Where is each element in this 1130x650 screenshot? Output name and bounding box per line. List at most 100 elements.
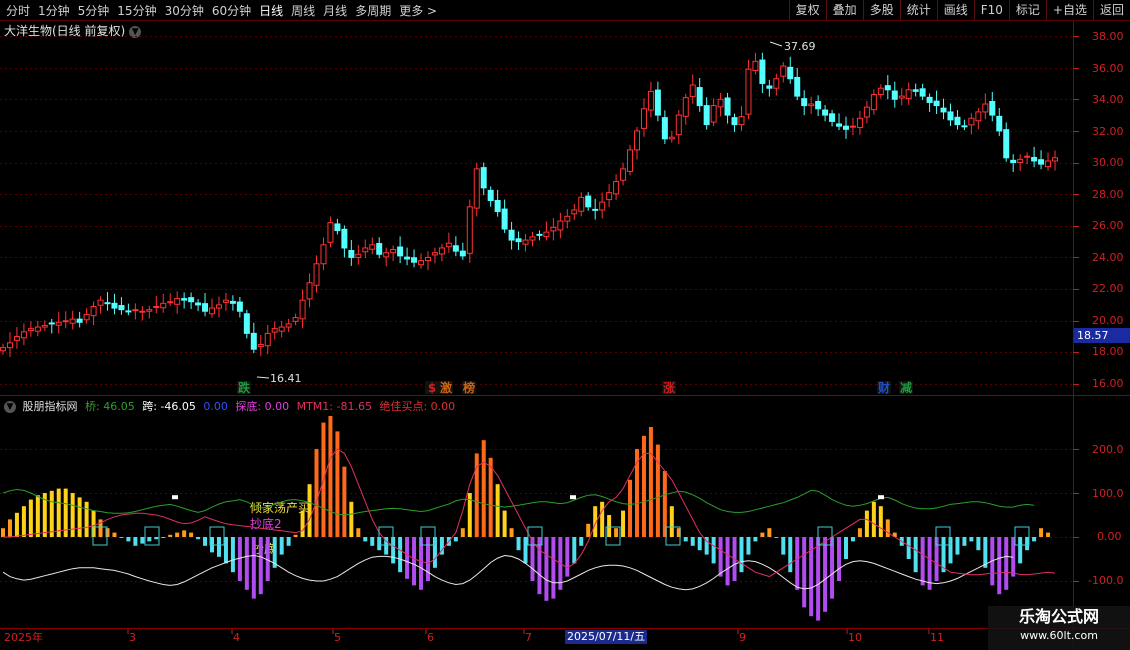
price-tick: 32.00 [1092,125,1124,138]
histogram-bar [614,528,619,537]
histogram-bar [690,537,695,546]
histogram-bar [885,519,890,537]
high-marker-line [769,41,783,47]
histogram-bar [823,537,828,612]
candle-body [522,239,529,245]
candle-body [494,200,501,213]
histogram-bar [328,416,333,537]
candle-body [236,301,243,312]
legend-span: 跨: -46.05 [142,400,196,413]
indicator-name[interactable]: 股朋指标网 [23,400,78,413]
candle-body [717,98,724,108]
candle-body [870,94,877,111]
candle-body [829,113,836,122]
candle-body [912,89,919,92]
histogram-bar [739,537,744,573]
histogram-bar [655,444,660,537]
candle-body [160,302,167,309]
histogram-bar [502,510,507,537]
histogram-bar [119,537,124,538]
candle-body [710,105,717,123]
histogram-bar [495,484,500,537]
candle-body [801,98,808,107]
candle-body [1052,157,1058,162]
histogram-bar [244,537,249,590]
histogram-bar [49,490,54,537]
candle-body [536,233,543,236]
candle-body [334,223,341,232]
indicator-tick: 0.00 [1097,530,1122,543]
candle-body [0,347,6,352]
candle-body [104,302,111,305]
candle-body [564,215,571,222]
candle-body [355,253,362,258]
candle-body [404,256,411,260]
candle-body [982,103,989,113]
candle-body [1031,156,1038,162]
kline-chart[interactable]: 38.00 36.00 34.00 32.00 30.00 28.00 26.0… [0,0,1130,650]
candle-body [292,317,299,322]
histogram-bar [1032,537,1037,542]
candle-body [940,107,947,113]
histogram-bar [572,537,577,564]
histogram-bar [168,534,173,537]
candle-body [118,305,125,311]
histogram-bar [774,537,779,538]
time-label: 10 [848,631,862,644]
histogram-bar [997,537,1002,595]
signal-mark [570,495,576,500]
histogram-bar [711,537,716,564]
candle-body [745,68,752,115]
price-tick: 28.00 [1092,188,1124,201]
event-tag: 减 [900,380,912,395]
candle-body [592,208,599,211]
candle-body [209,307,216,315]
histogram-bar [648,427,653,537]
event-tag: $ [428,381,436,395]
candle-body [675,114,682,136]
candle-body [306,282,313,300]
histogram-bar [1039,528,1044,537]
event-tag: 财 [877,380,890,395]
high-price-label: 37.69 [784,40,816,53]
candle-body [515,238,522,243]
candle-body [48,322,55,325]
indicator-tick: 200.0 [1092,443,1124,456]
candle-body [341,228,348,249]
histogram-bar [363,537,368,542]
histogram-bar [286,537,291,546]
histogram-bar [746,537,751,555]
candle-body [55,321,62,326]
histogram-bar [607,515,612,537]
candle-body [898,95,905,99]
candle-body [97,299,104,306]
histogram-bar [767,528,772,537]
candle-body [815,100,822,110]
histogram-bar [147,537,152,542]
candle-body [808,103,815,107]
histogram-bar [864,510,869,537]
candle-body [132,309,139,312]
candle-body [285,323,292,328]
histogram-bar [551,537,556,599]
chevron-down-icon[interactable]: ▼ [4,401,16,413]
histogram-bar [913,537,918,573]
candle-body [752,60,759,71]
candle-body [438,247,445,255]
histogram-bar [112,532,117,537]
candle-body [606,192,613,201]
histogram-bar [795,537,800,590]
histogram-bar [203,537,208,546]
histogram-bar [600,501,605,537]
histogram-bar [802,537,807,608]
candle-body [1038,159,1045,165]
candle-body [229,300,236,304]
histogram-bar [175,532,180,537]
candle-body [849,125,856,128]
candle-body [369,244,376,250]
histogram-bar [850,537,855,542]
event-tag: 榜 [463,380,475,395]
candle-body [613,181,620,195]
candle-body [640,108,647,129]
candle-body [390,249,397,254]
